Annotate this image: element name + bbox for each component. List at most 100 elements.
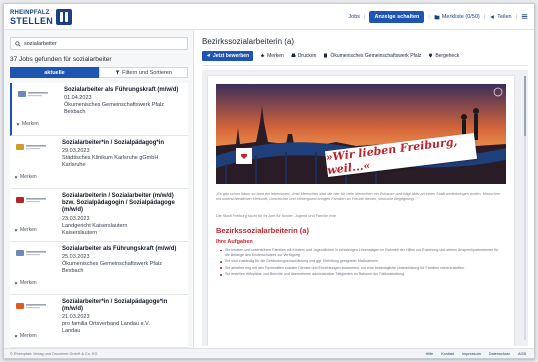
company-label: Ökumenisches Gemeinschaftswerk Pfalz bbox=[330, 52, 422, 59]
top-nav: Jobs | Anzeige schalten | Merkliste (0/5… bbox=[348, 10, 528, 23]
job-company: Landgericht Kaiserslautern bbox=[62, 222, 128, 229]
filter-icon bbox=[115, 70, 120, 75]
footer-links: Hilfe Kontakt Impressum Datenschutz AGB bbox=[426, 352, 526, 356]
job-date: 21.03.2023 bbox=[62, 314, 90, 321]
nav-separator: | bbox=[364, 13, 366, 20]
footer-link[interactable]: AGB bbox=[518, 352, 526, 356]
location-pin-icon bbox=[429, 53, 433, 58]
post-ad-button[interactable]: Anzeige schalten bbox=[369, 10, 425, 23]
site-logo[interactable]: RHEINPFALZ STELLEN bbox=[10, 7, 73, 27]
menu-icon[interactable] bbox=[521, 13, 528, 20]
browser-frame: RHEINPFALZ STELLEN Jobs | Anzeige schalt… bbox=[3, 3, 535, 359]
logo-text: RHEINPFALZ STELLEN bbox=[10, 9, 53, 26]
job-title[interactable]: Sozialarbeiterin / Sozialarbeiter (m/w/d… bbox=[62, 193, 184, 215]
tasks-list: Sie beraten und unterstützen Familien mi… bbox=[220, 248, 502, 279]
job-list-item[interactable]: Merken Sozialarbeiter*in / Sozialpädagog*… bbox=[10, 136, 188, 189]
footer-link[interactable]: Kontakt bbox=[441, 352, 454, 356]
job-date: 29.03.2023 bbox=[62, 148, 90, 155]
job-location: Bexbach bbox=[62, 268, 84, 275]
list-tabs: aktuelle Filtern und Sortieren bbox=[10, 67, 188, 78]
job-list: Merken Sozialarbeiter als Führungskraft (… bbox=[10, 83, 188, 348]
job-title[interactable]: Sozialarbeiter*in / Sozialpädagog*in bbox=[62, 140, 184, 147]
bookmark-job-label: Merken bbox=[20, 227, 37, 233]
job-location: Bexbach bbox=[64, 109, 86, 116]
location-link[interactable]: Bergeheck bbox=[428, 53, 459, 59]
job-list-item[interactable]: Merken Sozialarbeiter als Führungskraft (… bbox=[10, 83, 188, 136]
nav-jobs-link[interactable]: Jobs bbox=[348, 14, 360, 20]
job-info: Sozialarbeiter als Führungskraft (m/w/d)… bbox=[62, 246, 184, 275]
job-list-item[interactable]: Merken Sozialarbeiterin / Sozialarbeiter … bbox=[10, 189, 188, 242]
nav-separator: | bbox=[483, 13, 486, 20]
job-document-viewer[interactable]: »Wir lieben Freiburg, weil...« „Es gibt … bbox=[202, 70, 528, 346]
footer-copyright: © Rheinpfalz Verlag und Druckerei GmbH &… bbox=[10, 351, 98, 356]
apply-button[interactable]: Jetzt bewerben bbox=[202, 50, 254, 61]
tab-current[interactable]: aktuelle bbox=[10, 67, 99, 78]
watchlist-link[interactable]: Merkliste (0/50) bbox=[434, 14, 480, 20]
job-info: Sozialarbeiter*in / Sozialpädagoge*in (m… bbox=[62, 299, 184, 335]
job-actions: Jetzt bewerben Merken Drucken Ökumenisch… bbox=[202, 49, 528, 62]
scrollbar-thumb[interactable] bbox=[524, 76, 526, 136]
bookmark-job-button[interactable]: Merken bbox=[14, 333, 37, 339]
share-link[interactable]: Teilen bbox=[489, 13, 512, 20]
job-info: Sozialarbeiter als Führungskraft (m/w/d)… bbox=[64, 87, 186, 116]
search-icon bbox=[15, 40, 21, 47]
job-list-item[interactable]: Merken Sozialarbeiter als Führungskraft (… bbox=[10, 242, 188, 295]
building-icon bbox=[324, 53, 328, 58]
share-label: Teilen bbox=[497, 13, 512, 20]
print-button[interactable]: Drucken bbox=[291, 52, 317, 59]
bookmark-job-label: Merken bbox=[22, 121, 39, 127]
city-logo-icon bbox=[236, 148, 252, 164]
job-detail-panel: Bezirkssozialarbeiterin (a) Jetzt bewerb… bbox=[194, 30, 534, 348]
tab-filter[interactable]: Filtern und Sortieren bbox=[99, 67, 188, 78]
task-bullet: Sie arbeiten eng mit den Fachkräften soz… bbox=[220, 266, 502, 271]
bookmark-job-button[interactable]: Merken bbox=[16, 121, 39, 127]
document-heading: Bezirkssozialarbeiterin (a) bbox=[216, 226, 309, 235]
job-company: Ökumenisches Gemeinschaftswerk Pfalz bbox=[62, 261, 162, 268]
tasks-heading: Ihre Aufgaben bbox=[216, 239, 253, 245]
job-detail-title: Bezirkssozialarbeiterin (a) bbox=[202, 37, 295, 46]
nav-separator: | bbox=[428, 13, 430, 20]
job-company: pro familia Ortsverband Landau e.V. bbox=[62, 321, 150, 328]
star-icon bbox=[260, 53, 265, 58]
footer-link[interactable]: Datenschutz bbox=[489, 352, 510, 356]
job-document: »Wir lieben Freiburg, weil...« „Es gibt … bbox=[208, 76, 514, 346]
bookmark-job-button[interactable]: Merken bbox=[14, 227, 37, 233]
bookmark-label: Merken bbox=[267, 52, 284, 59]
bookmark-job-button[interactable]: Merken bbox=[14, 280, 37, 286]
print-icon bbox=[291, 53, 296, 57]
job-info: Sozialarbeiterin / Sozialarbeiter (m/w/d… bbox=[62, 193, 184, 237]
result-count: 37 Jobs gefunden für sozialarbeiter bbox=[10, 56, 112, 63]
bookmark-job-button[interactable]: Merken bbox=[14, 174, 37, 180]
apply-label: Jetzt bewerben bbox=[213, 52, 250, 59]
location-label: Bergeheck bbox=[435, 52, 460, 59]
logo-mark-icon bbox=[56, 8, 73, 25]
search-value: sozialarbeiter bbox=[24, 40, 57, 47]
job-list-item[interactable]: Merken Sozialarbeiter*in / Sozialpädagoge… bbox=[10, 295, 188, 348]
footer-link[interactable]: Hilfe bbox=[426, 352, 434, 356]
search-input[interactable]: sozialarbeiter bbox=[10, 37, 188, 50]
star-icon bbox=[14, 281, 18, 285]
share-icon bbox=[490, 14, 494, 19]
footer-link[interactable]: Impressum bbox=[462, 352, 481, 356]
bookmark-job-label: Merken bbox=[20, 333, 37, 339]
bookmark-button[interactable]: Merken bbox=[260, 53, 284, 59]
job-title[interactable]: Sozialarbeiter als Führungskraft (m/w/d) bbox=[62, 246, 184, 253]
job-location: Kaiserslautern bbox=[62, 229, 98, 236]
star-icon bbox=[14, 175, 18, 179]
job-title[interactable]: Sozialarbeiter*in / Sozialpädagoge*in (m… bbox=[62, 299, 184, 313]
job-location: Karlsruhe bbox=[62, 162, 86, 169]
bookmark-job-label: Merken bbox=[20, 174, 37, 180]
top-bar: RHEINPFALZ STELLEN Jobs | Anzeige schalt… bbox=[4, 4, 534, 30]
task-bullet: Sie beraten und unterstützen Familien mi… bbox=[220, 248, 502, 257]
intro-text: „Es gibt schon kaum so bunt ein lebenswe… bbox=[216, 192, 501, 201]
task-bullet: Sie sind zuständig für die Gefährdungsei… bbox=[220, 259, 502, 264]
job-date: 23.03.2023 bbox=[62, 215, 90, 222]
bookmark-job-label: Merken bbox=[20, 280, 37, 286]
company-link[interactable]: Ökumenisches Gemeinschaftswerk Pfalz bbox=[323, 53, 421, 59]
company-logo-icon bbox=[14, 194, 48, 206]
job-title[interactable]: Sozialarbeiter als Führungskraft (m/w/d) bbox=[64, 87, 186, 94]
print-label: Drucken bbox=[297, 52, 317, 59]
star-icon bbox=[14, 228, 18, 232]
send-icon bbox=[206, 53, 211, 58]
results-panel: sozialarbeiter 37 Jobs gefunden für sozi… bbox=[4, 30, 194, 348]
